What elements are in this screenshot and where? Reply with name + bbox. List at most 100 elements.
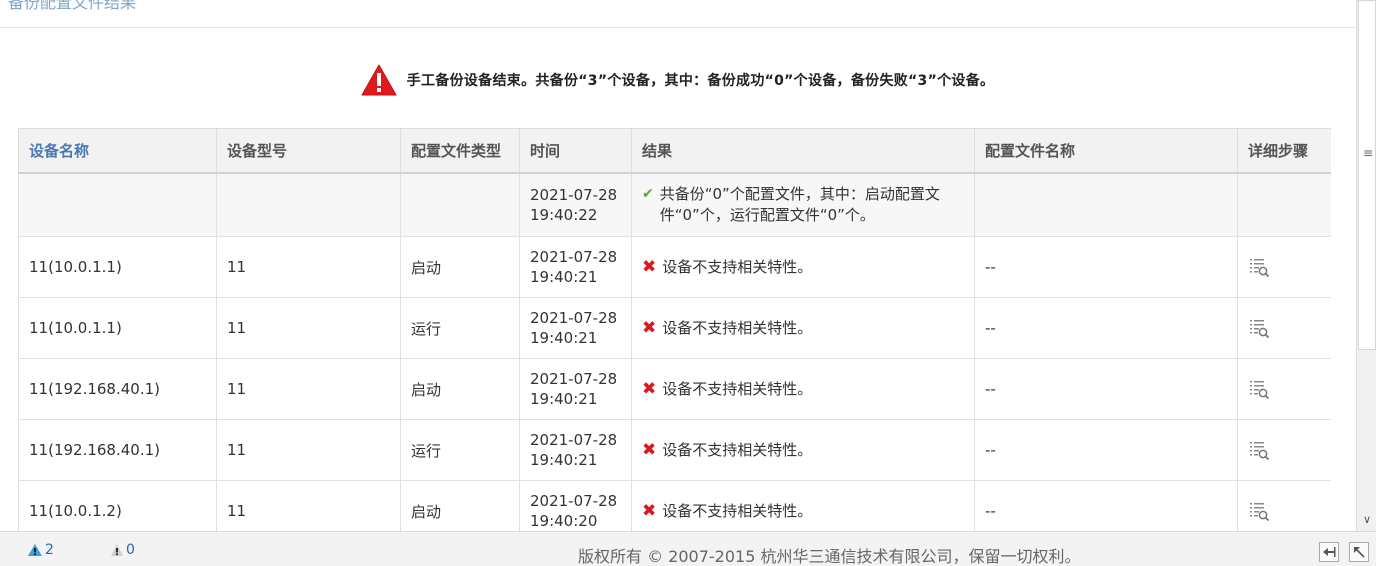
col-header-result: 结果 — [631, 128, 975, 174]
alarm-warning-icon — [28, 544, 42, 556]
result-table: 设备名称 设备型号 配置文件类型 时间 结果 配置文件名称 详细步骤 2021-… — [18, 128, 1331, 532]
col-header-detail-steps: 详细步骤 — [1237, 128, 1331, 174]
row-time-clock: 19:40:21 — [530, 451, 598, 469]
row-device-model: 11 — [216, 480, 401, 532]
summary-time-cell: 2021-07-28 19:40:22 — [519, 172, 632, 237]
row-device-model: 11 — [216, 236, 401, 298]
backup-result-page: 备份配置文件结果 手工备份设备结束。共备份“3”个设备，其中：备份成功“0”个设… — [0, 0, 1376, 566]
title-bar: 备份配置文件结果 — [0, 0, 1355, 28]
row-time-date: 2021-07-28 — [530, 248, 618, 266]
row-config-type: 启动 — [400, 236, 520, 298]
summary-cell-empty — [1237, 172, 1331, 237]
arrow-left-icon — [1323, 547, 1336, 557]
row-device-model: 11 — [216, 419, 401, 481]
summary-time: 2021-07-28 19:40:22 — [530, 185, 621, 225]
row-device-model: 11 — [216, 297, 401, 359]
summary-result-cell: ✔ 共备份“0”个配置文件，其中：启动配置文件“0”个，运行配置文件“0”个。 — [631, 172, 975, 237]
row-config-filename: -- — [974, 480, 1238, 532]
summary-result: ✔ 共备份“0”个配置文件，其中：启动配置文件“0”个，运行配置文件“0”个。 — [642, 184, 964, 226]
summary-row: 2021-07-28 19:40:22 ✔ 共备份“0”个配置文件，其中：启动配… — [18, 172, 1331, 237]
summary-cell-empty — [18, 172, 217, 237]
arrow-corner-icon — [1354, 547, 1365, 558]
table-row: 11(10.0.1.1) 11 运行 2021-07-28 19:40:21 ✖ 设… — [18, 297, 1331, 359]
col-header-config-filename: 配置文件名称 — [974, 128, 1238, 174]
row-detail-cell — [1237, 358, 1331, 420]
row-result-text: 设备不支持相关特性。 — [662, 318, 813, 337]
row-detail-cell — [1237, 297, 1331, 359]
row-config-type: 运行 — [400, 297, 520, 359]
row-config-filename: -- — [974, 358, 1238, 420]
row-result: ✖ 设备不支持相关特性。 — [631, 236, 975, 298]
row-time: 2021-07-28 19:40:21 — [519, 358, 632, 420]
row-time-clock: 19:40:21 — [530, 268, 598, 286]
row-config-filename: -- — [974, 419, 1238, 481]
row-device-name: 11(192.168.40.1) — [18, 419, 217, 481]
alarm-info-icon — [111, 544, 123, 556]
cross-icon: ✖ — [642, 439, 657, 460]
row-device-name: 11(10.0.1.1) — [18, 236, 217, 298]
row-config-type: 运行 — [400, 419, 520, 481]
row-time: 2021-07-28 19:40:20 — [519, 480, 632, 532]
result-message-text: 手工备份设备结束。共备份“3”个设备，其中：备份成功“0”个设备，备份失败“3”… — [406, 73, 995, 89]
summary-time-clock: 19:40:22 — [530, 205, 598, 224]
table-header-row: 设备名称 设备型号 配置文件类型 时间 结果 配置文件名称 详细步骤 — [18, 128, 1331, 174]
summary-cell-empty — [400, 172, 520, 237]
cross-icon: ✖ — [642, 256, 657, 277]
table-row: 11(192.168.40.1) 11 启动 2021-07-28 19:40:2… — [18, 358, 1331, 420]
cross-icon: ✖ — [642, 378, 657, 399]
row-result-text: 设备不支持相关特性。 — [662, 440, 813, 459]
row-result-text: 设备不支持相关特性。 — [662, 501, 813, 520]
col-header-config-type: 配置文件类型 — [400, 128, 520, 174]
row-result: ✖ 设备不支持相关特性。 — [631, 480, 975, 532]
summary-result-text: 共备份“0”个配置文件，其中：启动配置文件“0”个，运行配置文件“0”个。 — [659, 184, 940, 224]
scroll-down-arrow-icon[interactable]: ∨ — [1358, 510, 1376, 530]
page-title: 备份配置文件结果 — [8, 0, 137, 12]
row-time-date: 2021-07-28 — [530, 492, 618, 510]
detail-list-search-icon[interactable] — [1248, 317, 1270, 339]
alarm-warning-count: 2 — [45, 542, 54, 558]
alarm-warning-indicator[interactable]: 2 — [27, 542, 54, 558]
cross-icon: ✖ — [642, 317, 657, 338]
col-header-device-name[interactable]: 设备名称 — [18, 128, 217, 174]
row-config-type: 启动 — [400, 358, 520, 420]
cross-icon: ✖ — [642, 500, 657, 521]
table-row: 11(10.0.1.1) 11 启动 2021-07-28 19:40:21 ✖ 设… — [18, 236, 1331, 298]
detail-list-search-icon[interactable] — [1248, 256, 1270, 278]
collapse-left-button[interactable] — [1319, 542, 1339, 562]
row-time: 2021-07-28 19:40:21 — [519, 297, 632, 359]
row-result: ✖ 设备不支持相关特性。 — [631, 419, 975, 481]
scrollbar-thumb[interactable]: ≡ — [1358, 0, 1376, 350]
alarm-info-indicator[interactable]: 0 — [110, 542, 135, 558]
warning-triangle-icon — [361, 64, 397, 96]
row-device-name: 11(10.0.1.2) — [18, 480, 217, 532]
col-header-device-model: 设备型号 — [216, 128, 401, 174]
row-time: 2021-07-28 19:40:21 — [519, 236, 632, 298]
row-device-name: 11(192.168.40.1) — [18, 358, 217, 420]
col-header-time: 时间 — [519, 128, 632, 174]
alarm-info-count: 0 — [126, 542, 135, 558]
result-message: 手工备份设备结束。共备份“3”个设备，其中：备份成功“0”个设备，备份失败“3”… — [0, 60, 1355, 100]
row-time-clock: 19:40:20 — [530, 512, 598, 530]
row-config-filename: -- — [974, 236, 1238, 298]
summary-cell-empty — [216, 172, 401, 237]
check-icon: ✔ — [642, 185, 654, 202]
row-result-text: 设备不支持相关特性。 — [662, 379, 813, 398]
row-result: ✖ 设备不支持相关特性。 — [631, 358, 975, 420]
detail-list-search-icon[interactable] — [1248, 439, 1270, 461]
row-config-filename: -- — [974, 297, 1238, 359]
row-time-clock: 19:40:21 — [530, 329, 598, 347]
detail-list-search-icon[interactable] — [1248, 378, 1270, 400]
row-time: 2021-07-28 19:40:21 — [519, 419, 632, 481]
row-config-type: 启动 — [400, 480, 520, 532]
detail-list-search-icon[interactable] — [1248, 500, 1270, 522]
row-device-model: 11 — [216, 358, 401, 420]
status-footer: 2 0 版权所有 © 2007-2015 杭州华三通信技术有限公司，保留一切权利… — [0, 531, 1376, 566]
result-table-wrap: 设备名称 设备型号 配置文件类型 时间 结果 配置文件名称 详细步骤 2021-… — [18, 128, 1331, 532]
row-result: ✖ 设备不支持相关特性。 — [631, 297, 975, 359]
row-result-text: 设备不支持相关特性。 — [662, 257, 813, 276]
vertical-scrollbar[interactable]: ≡ ∨ — [1356, 0, 1376, 531]
row-time-clock: 19:40:21 — [530, 390, 598, 408]
expand-corner-button[interactable] — [1349, 542, 1369, 562]
row-time-date: 2021-07-28 — [530, 370, 618, 388]
row-time-date: 2021-07-28 — [530, 431, 618, 449]
